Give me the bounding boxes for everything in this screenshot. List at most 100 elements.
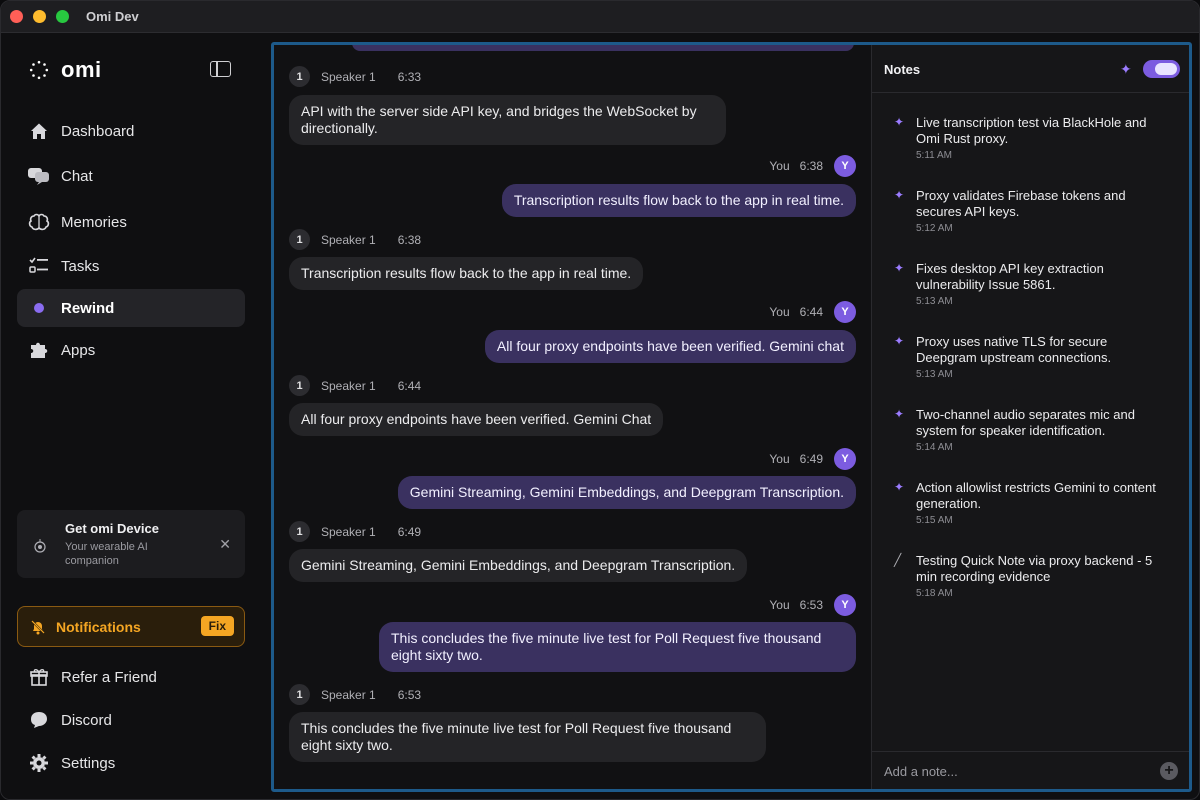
note-text: Action allowlist restricts Gemini to con… <box>916 480 1156 511</box>
sidebar-item-label: Chat <box>61 167 93 185</box>
sidebar-item-tasks[interactable]: Tasks <box>17 247 245 285</box>
add-note-input[interactable] <box>884 762 1144 780</box>
avatar: Y <box>834 301 856 323</box>
notes-panel: Notes ✦ ✦ Live transcription test via Bl… <box>871 45 1189 789</box>
avatar: Y <box>834 448 856 470</box>
ai-notes-toggle[interactable] <box>1143 60 1180 78</box>
sidebar-item-apps[interactable]: Apps <box>17 331 245 369</box>
minimize-window-button[interactable] <box>33 10 46 23</box>
sidebar-item-chat[interactable]: Chat <box>17 157 245 195</box>
note-text: Fixes desktop API key extraction vulnera… <box>916 261 1104 292</box>
notes-title: Notes <box>884 62 921 77</box>
note-time: 5:18 AM <box>916 588 953 599</box>
you-name: You <box>769 452 790 466</box>
sparkle-icon[interactable]: ✦ <box>1120 61 1132 78</box>
bell-off-icon <box>31 620 45 635</box>
sidebar-item-discord[interactable]: Discord <box>17 701 245 739</box>
sidebar-item-settings[interactable]: Settings <box>17 744 245 782</box>
you-name: You <box>769 305 790 319</box>
device-card-title: Get omi Device <box>65 521 159 536</box>
transcript-pane[interactable]: 1 Speaker 1 6:33 API with the server sid… <box>274 45 871 789</box>
speaker-header: 1 Speaker 1 6:38 <box>289 229 421 250</box>
sidebar-toggle-button[interactable] <box>210 61 231 77</box>
note-time: 5:15 AM <box>916 515 953 526</box>
sidebar: omi Dashboard Chat Memories Tasks Rewind… <box>1 33 263 799</box>
brain-icon <box>27 210 51 234</box>
close-icon[interactable]: ✕ <box>219 536 231 553</box>
message-time: 6:33 <box>397 69 422 84</box>
speaker-message-bubble: Gemini Streaming, Gemini Embeddings, and… <box>289 549 748 582</box>
previous-message-bubble <box>352 45 854 51</box>
gift-icon <box>27 665 51 689</box>
note-text: Testing Quick Note via proxy backend - 5… <box>916 553 1153 584</box>
speaker-number-badge: 1 <box>289 521 310 542</box>
speaker-header: 1 Speaker 1 6:44 <box>289 375 421 396</box>
record-dot-icon <box>27 296 51 320</box>
device-card-subtitle: Your wearable AI companion <box>65 541 148 567</box>
user-message-bubble: This concludes the five minute live test… <box>379 622 856 672</box>
you-name: You <box>769 598 790 612</box>
zoom-window-button[interactable] <box>56 10 69 23</box>
sparkle-icon: ✦ <box>894 480 905 494</box>
sidebar-item-refer[interactable]: Refer a Friend <box>17 658 245 696</box>
add-note-bar: + <box>872 751 1189 789</box>
you-name: You <box>769 159 790 173</box>
you-header: You 6:38 Y <box>769 155 856 177</box>
puzzle-icon <box>27 338 51 362</box>
you-header: You 6:53 Y <box>769 594 856 616</box>
you-header: You 6:44 Y <box>769 301 856 323</box>
message-time: 6:53 <box>397 687 422 702</box>
device-promo-card[interactable]: Get omi Device Your wearable AI companio… <box>17 510 245 578</box>
message-time: 6:49 <box>799 452 823 466</box>
message-time: 6:44 <box>799 305 823 319</box>
sidebar-item-memories[interactable]: Memories <box>17 203 245 241</box>
window-title: Omi Dev <box>86 9 139 24</box>
user-message-bubble: Gemini Streaming, Gemini Embeddings, and… <box>397 476 856 509</box>
user-message-bubble: Transcription results flow back to the a… <box>501 184 856 217</box>
message-time: 6:38 <box>799 159 823 173</box>
message-time: 6:38 <box>397 232 422 247</box>
close-window-button[interactable] <box>10 10 23 23</box>
sidebar-item-label: Dashboard <box>61 122 135 140</box>
note-time: 5:13 AM <box>916 369 953 380</box>
omi-device-icon <box>34 539 46 553</box>
speaker-header: 1 Speaker 1 6:33 <box>289 66 421 87</box>
speaker-name: Speaker 1 <box>321 524 376 539</box>
speaker-name: Speaker 1 <box>321 378 376 393</box>
message-time: 6:53 <box>799 598 823 612</box>
sparkle-icon: ✦ <box>894 115 905 129</box>
note-time: 5:11 AM <box>916 150 952 161</box>
note-text: Live transcription test via BlackHole an… <box>916 115 1147 146</box>
discord-icon <box>27 708 51 732</box>
speaker-number-badge: 1 <box>289 229 310 250</box>
logo-text: omi <box>61 57 102 82</box>
note-time: 5:13 AM <box>916 296 953 307</box>
speaker-message-bubble: This concludes the five minute live test… <box>289 712 766 762</box>
pencil-icon: ╱ <box>894 553 902 567</box>
sparkle-icon: ✦ <box>894 334 905 348</box>
speaker-message-bubble: All four proxy endpoints have been verif… <box>289 403 664 436</box>
speaker-header: 1 Speaker 1 6:53 <box>289 684 421 705</box>
speaker-number-badge: 1 <box>289 375 310 396</box>
sidebar-item-label: Settings <box>61 754 116 772</box>
avatar: Y <box>834 594 856 616</box>
sidebar-item-label: Refer a Friend <box>61 668 157 686</box>
omi-logo-icon <box>29 60 49 80</box>
app-window: Omi Dev omi Dashboard Chat Memories Task… <box>0 0 1200 800</box>
omi-logo[interactable]: omi <box>29 57 102 83</box>
notifications-label: Notifications <box>56 619 141 635</box>
note-time: 5:12 AM <box>916 223 953 234</box>
rewind-panel: 1 Speaker 1 6:33 API with the server sid… <box>271 42 1192 792</box>
notifications-button[interactable]: Notifications Fix <box>17 606 245 647</box>
notes-header: Notes ✦ <box>872 45 1189 93</box>
speaker-name: Speaker 1 <box>321 232 376 247</box>
chat-icon <box>27 164 51 188</box>
add-note-button[interactable]: + <box>1160 762 1178 780</box>
speaker-name: Speaker 1 <box>321 69 376 84</box>
note-time: 5:14 AM <box>916 442 953 453</box>
sidebar-item-rewind[interactable]: Rewind <box>17 289 245 327</box>
fix-button[interactable]: Fix <box>200 616 234 636</box>
sidebar-item-label: Apps <box>61 341 96 359</box>
sidebar-item-dashboard[interactable]: Dashboard <box>17 112 245 150</box>
sparkle-icon: ✦ <box>894 188 905 202</box>
